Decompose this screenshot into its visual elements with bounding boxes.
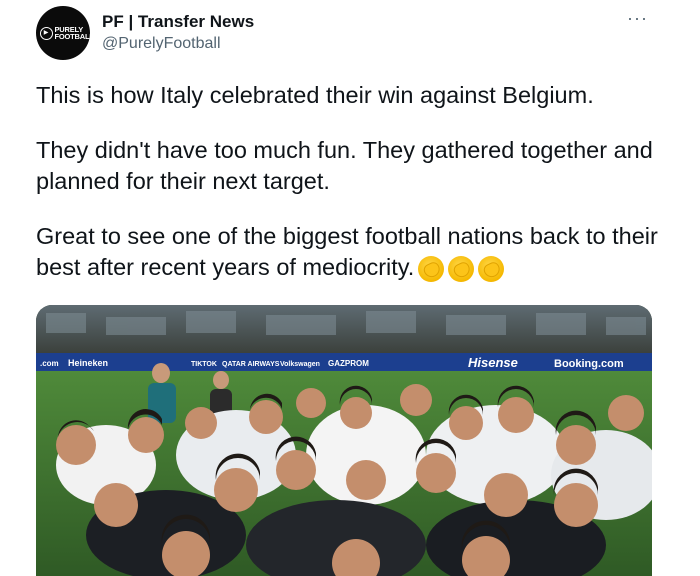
board-text: QATAR AIRWAYS <box>222 361 280 368</box>
user-handle[interactable]: @PurelyFootball <box>102 35 221 53</box>
clapping-hands-emoji <box>418 255 505 282</box>
tweet-paragraph: This is how Italy celebrated their win a… <box>36 82 594 108</box>
play-icon: ▶ <box>39 26 53 40</box>
purely-football-logo: ▶ PURELY FOOTBALL <box>39 25 94 41</box>
board-text: TIKTOK <box>191 361 217 368</box>
clapping-hands-icon <box>478 255 505 282</box>
board-text: GAZPROM <box>328 359 369 368</box>
tweet-text: This is how Italy celebrated their win a… <box>36 80 666 283</box>
display-name[interactable]: PF | Transfer News <box>102 12 254 32</box>
board-text: Booking.com <box>554 358 624 370</box>
clapping-hands-icon <box>418 255 445 282</box>
team-huddle-image: .com Heineken TIKTOK QATAR AIRWAYS Volks… <box>36 305 652 576</box>
avatar[interactable]: ▶ PURELY FOOTBALL <box>36 6 94 60</box>
tweet-card: ▶ PURELY FOOTBALL PF | Transfer News @Pu… <box>0 0 700 576</box>
tweet-paragraph: Great to see one of the biggest football… <box>36 221 666 283</box>
tweet-paragraph: They didn't have too much fun. They gath… <box>36 137 653 194</box>
board-text: Volkswagen <box>280 361 320 368</box>
more-dots-icon[interactable]: ··· <box>627 8 648 29</box>
logo-text: PURELY FOOTBALL <box>54 25 94 41</box>
board-text: Hisense <box>468 355 518 370</box>
tweet-photo[interactable]: .com Heineken TIKTOK QATAR AIRWAYS Volks… <box>36 305 652 576</box>
clapping-hands-icon <box>448 255 475 282</box>
board-text: .com <box>40 359 59 368</box>
tweet-paragraph-text: Great to see one of the biggest football… <box>36 223 658 280</box>
board-text: Heineken <box>68 358 108 368</box>
